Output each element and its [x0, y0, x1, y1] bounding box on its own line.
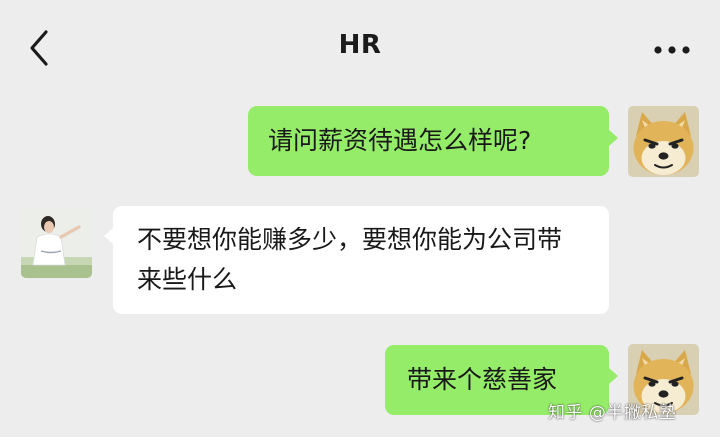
watermark: 知乎 @半撇私塾: [548, 403, 677, 423]
message-bubble-incoming[interactable]: 不要想你能赚多少，要想你能为公司带来些什么: [113, 206, 609, 314]
person-photo-icon: [21, 207, 92, 278]
bubble-tail: [609, 130, 618, 146]
message-text: 带来个慈善家: [407, 365, 558, 394]
message-text: 请问薪资待遇怎么样呢?: [268, 126, 532, 155]
chat-header: HR: [0, 0, 720, 92]
message-bubble-outgoing[interactable]: 请问薪资待遇怎么样呢?: [248, 106, 609, 176]
chat-title: HR: [338, 30, 382, 60]
hr-avatar[interactable]: [21, 207, 92, 278]
my-avatar[interactable]: [628, 106, 699, 177]
bubble-tail: [104, 228, 113, 244]
more-button[interactable]: [650, 30, 694, 70]
message-text: 不要想你能赚多少，要想你能为公司带来些什么: [137, 225, 563, 294]
shiba-doge-icon: [628, 106, 699, 177]
bubble-tail: [609, 368, 618, 384]
ellipsis-icon: [654, 46, 690, 54]
